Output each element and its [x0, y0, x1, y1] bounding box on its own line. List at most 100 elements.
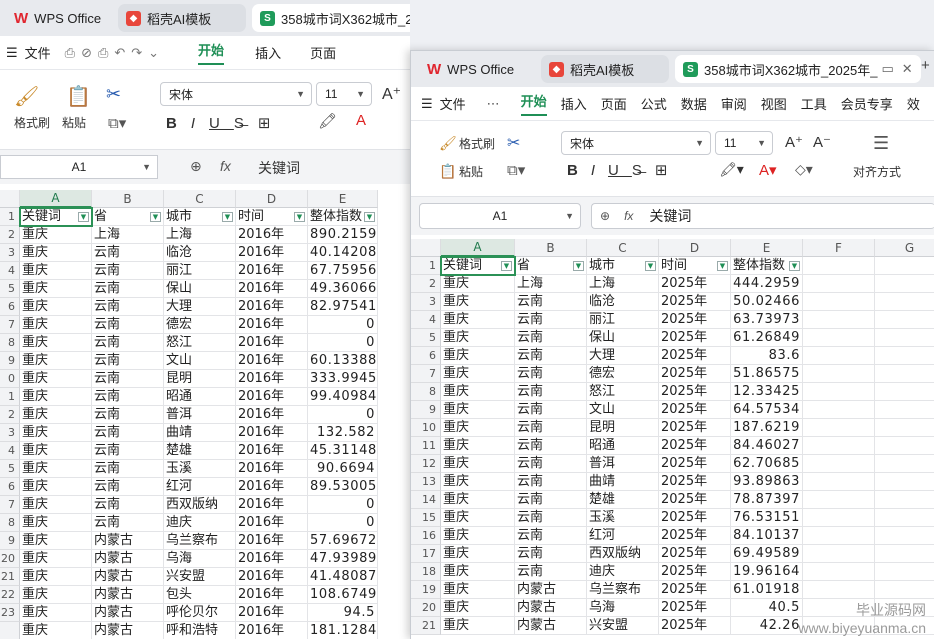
table-cell[interactable]: 包头 — [164, 586, 236, 604]
table-cell[interactable]: 云南 — [515, 365, 587, 383]
header-cell[interactable]: 城市 ▼ — [587, 257, 659, 275]
table-cell[interactable]: 云南 — [92, 280, 164, 298]
table-cell[interactable]: 内蒙古 — [92, 568, 164, 586]
table-cell[interactable]: 2025年 — [659, 599, 731, 617]
table-cell[interactable]: 62.70685 — [731, 455, 803, 473]
table-cell[interactable]: 乌海 — [164, 550, 236, 568]
table-cell[interactable]: 50.02466 — [731, 293, 803, 311]
font-name-select[interactable]: 宋体 ▼ — [160, 82, 312, 106]
table-cell[interactable]: 云南 — [515, 419, 587, 437]
table-cell[interactable]: 2016年 — [236, 316, 308, 334]
table-cell[interactable]: 云南 — [92, 334, 164, 352]
table-cell[interactable]: 40.5 — [731, 599, 803, 617]
table-cell[interactable]: 云南 — [92, 298, 164, 316]
row-header[interactable]: 4 — [0, 442, 20, 460]
table-cell[interactable] — [875, 365, 934, 383]
filter-dropdown-icon[interactable]: ▼ — [150, 212, 161, 222]
row-header[interactable]: 2 — [0, 226, 20, 244]
table-cell[interactable]: 2025年 — [659, 527, 731, 545]
table-cell[interactable]: 41.48087 — [308, 568, 378, 586]
table-cell[interactable]: 84.10137 — [731, 527, 803, 545]
table-cell[interactable] — [803, 293, 875, 311]
paste-button[interactable]: 粘贴 — [62, 114, 86, 131]
table-cell[interactable]: 上海 — [164, 226, 236, 244]
row-header[interactable]: 22 — [0, 586, 20, 604]
row-header[interactable]: 7 — [0, 316, 20, 334]
table-cell[interactable] — [803, 437, 875, 455]
table-cell[interactable] — [803, 275, 875, 293]
table-cell[interactable]: 重庆 — [441, 527, 515, 545]
column-header-b[interactable]: B — [92, 190, 164, 208]
row-header[interactable]: 14 — [411, 491, 441, 509]
table-cell[interactable] — [875, 311, 934, 329]
table-cell[interactable] — [803, 545, 875, 563]
table-cell[interactable] — [875, 491, 934, 509]
row-header[interactable]: 21 — [0, 568, 20, 586]
header-cell[interactable]: 省 ▼ — [515, 257, 587, 275]
menu-effects[interactable]: 效 — [907, 94, 920, 113]
row-header[interactable]: 20 — [411, 599, 441, 617]
window-icon[interactable]: ▭ — [881, 61, 893, 77]
front-grid[interactable]: A B C D E F G 1 关键词 ▼ 省 ▼ 城市 ▼ 时间 ▼ 整体指数 ▼ 2 重庆 上海 上海 2025年 444… — [411, 239, 934, 639]
table-cell[interactable]: 2025年 — [659, 347, 731, 365]
copy-icon[interactable]: ⧉▾ — [507, 161, 525, 179]
quick-access-icons[interactable]: ⎙⊘⎙↶↷⌄ — [65, 45, 165, 61]
eraser-icon[interactable]: ◇▾ — [795, 161, 813, 178]
row-header[interactable]: 18 — [411, 563, 441, 581]
table-cell[interactable]: 重庆 — [20, 532, 92, 550]
table-cell[interactable]: 重庆 — [441, 617, 515, 635]
table-cell[interactable]: 重庆 — [441, 545, 515, 563]
row-header[interactable]: 2 — [0, 406, 20, 424]
table-cell[interactable] — [875, 257, 934, 275]
row-header[interactable]: 3 — [0, 244, 20, 262]
header-cell[interactable]: 关键词 ▼ — [441, 257, 515, 275]
table-cell[interactable] — [875, 581, 934, 599]
table-cell[interactable] — [803, 419, 875, 437]
table-cell[interactable] — [803, 473, 875, 491]
table-cell[interactable] — [875, 473, 934, 491]
name-box[interactable]: A1 ▼ — [0, 155, 158, 179]
column-header-g[interactable]: G — [875, 239, 934, 257]
table-cell[interactable]: 云南 — [92, 388, 164, 406]
hamburger-icon[interactable]: ☰ — [6, 45, 18, 61]
row-header[interactable]: 6 — [411, 347, 441, 365]
table-cell[interactable]: 重庆 — [20, 388, 92, 406]
tab-docer[interactable]: ◆ 稻壳AI模板 — [541, 55, 669, 83]
column-header-f[interactable]: F — [803, 239, 875, 257]
row-header[interactable]: 6 — [0, 478, 20, 496]
table-cell[interactable]: 曲靖 — [164, 424, 236, 442]
table-cell[interactable]: 0 — [308, 316, 378, 334]
table-cell[interactable]: 怒江 — [587, 383, 659, 401]
table-cell[interactable]: 云南 — [92, 370, 164, 388]
table-cell[interactable]: 444.2959 — [731, 275, 803, 293]
column-header-c[interactable]: C — [164, 190, 236, 208]
increase-font-icon[interactable]: A⁺ — [382, 84, 401, 104]
row-header[interactable]: 5 — [411, 329, 441, 347]
filter-dropdown-icon[interactable]: ▼ — [364, 212, 375, 222]
table-cell[interactable]: 昭通 — [587, 437, 659, 455]
table-cell[interactable]: 2016年 — [236, 514, 308, 532]
table-cell[interactable]: 重庆 — [441, 437, 515, 455]
header-cell[interactable]: 整体指数 ▼ — [731, 257, 803, 275]
table-cell[interactable] — [875, 419, 934, 437]
table-cell[interactable] — [875, 275, 934, 293]
hamburger-icon[interactable]: ☰ — [421, 96, 433, 112]
row-header[interactable]: 11 — [411, 437, 441, 455]
row-header[interactable]: 13 — [411, 473, 441, 491]
table-cell[interactable]: 重庆 — [441, 347, 515, 365]
table-cell[interactable] — [875, 563, 934, 581]
row-header[interactable]: 21 — [411, 617, 441, 635]
table-cell[interactable]: 云南 — [515, 293, 587, 311]
table-cell[interactable]: 红河 — [164, 478, 236, 496]
menu-insert[interactable]: 插入 — [561, 94, 587, 113]
menu-member[interactable]: 会员专享 — [841, 94, 893, 113]
format-painter-icon[interactable]: 🖌 — [14, 84, 39, 109]
table-cell[interactable]: 云南 — [92, 496, 164, 514]
table-cell[interactable]: 重庆 — [441, 275, 515, 293]
menu-home[interactable]: 开始 — [198, 40, 225, 65]
text-style-icons[interactable]: BIUS̶⊞ — [166, 114, 284, 132]
table-cell[interactable]: 89.53005 — [308, 478, 378, 496]
format-painter-icon[interactable]: 🖌 — [439, 135, 457, 152]
table-cell[interactable]: 重庆 — [20, 622, 92, 639]
table-cell[interactable]: 61.26849 — [731, 329, 803, 347]
